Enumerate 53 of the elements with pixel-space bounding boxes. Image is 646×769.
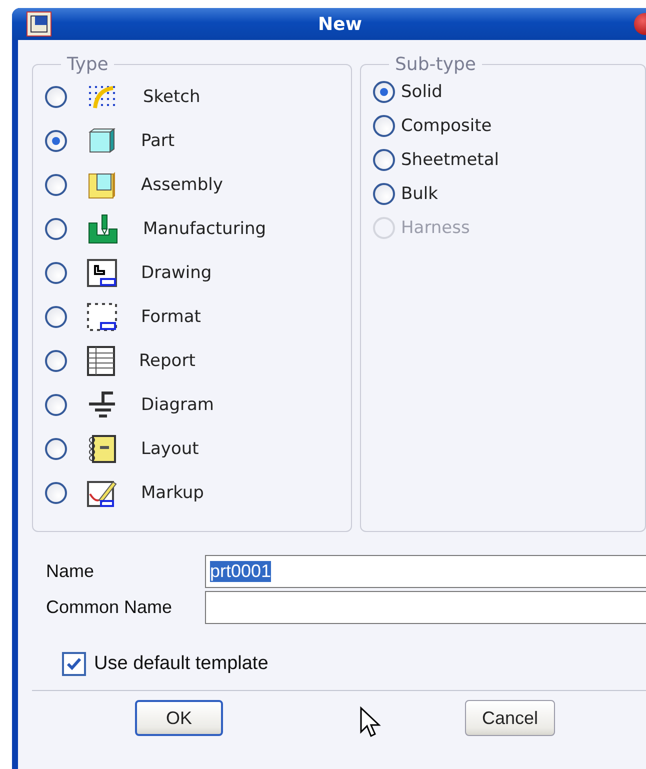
drawing-sheet-icon [87, 259, 117, 287]
radio-label: Part [141, 131, 175, 151]
radio-label: Composite [401, 116, 492, 136]
radio-button[interactable] [45, 482, 67, 504]
radio-button[interactable] [45, 86, 67, 108]
checkbox[interactable] [62, 652, 86, 676]
radio-button[interactable] [373, 81, 395, 103]
radio-label: Assembly [141, 175, 223, 195]
ok-button[interactable]: OK [135, 700, 223, 736]
radio-button[interactable] [373, 115, 395, 137]
field-label: Common Name [45, 597, 174, 618]
mouse-pointer-icon [359, 706, 383, 740]
radio-button[interactable] [45, 174, 67, 196]
check-icon [66, 657, 82, 671]
notebook-icon [87, 434, 117, 464]
radio-label: Bulk [401, 184, 438, 204]
radio-label: Report [139, 351, 196, 371]
radio-button[interactable] [45, 218, 67, 240]
radio-button[interactable] [45, 394, 67, 416]
radio-button[interactable] [45, 438, 67, 460]
radio-label: Sheetmetal [401, 150, 499, 170]
radio-label: Manufacturing [143, 219, 266, 239]
cancel-button[interactable]: Cancel [465, 700, 555, 736]
field-value: prt0001 [210, 561, 272, 582]
window-title: New [317, 14, 363, 34]
radio-button[interactable] [373, 183, 395, 205]
radio-label: Drawing [141, 263, 212, 283]
radio-button[interactable] [45, 130, 67, 152]
radio-label: Harness [401, 218, 470, 238]
text-field[interactable]: prt0001 [204, 555, 646, 588]
radio-label: Sketch [143, 87, 200, 107]
manufacturing-icon [87, 213, 119, 245]
ground-symbol-icon [87, 390, 117, 420]
table-icon [87, 346, 115, 376]
radio-label: Markup [141, 483, 204, 503]
group-legend: Type [61, 54, 114, 75]
markup-pen-icon [87, 478, 117, 508]
radio-button[interactable] [45, 306, 67, 328]
window-menu-icon[interactable] [26, 11, 52, 37]
radio-button[interactable] [45, 262, 67, 284]
radio-label: Diagram [141, 395, 214, 415]
radio-button[interactable] [373, 149, 395, 171]
group-legend: Sub-type [389, 54, 482, 75]
radio-label: Layout [141, 439, 199, 459]
radio-label: Solid [401, 82, 442, 102]
format-sheet-icon [87, 303, 117, 331]
text-field[interactable] [204, 591, 646, 624]
field-label: Name [45, 561, 96, 582]
cube-icon [87, 126, 117, 156]
assembly-icon [87, 170, 117, 200]
radio-button[interactable] [45, 350, 67, 372]
checkbox-label: Use default template [94, 653, 268, 675]
radio-label: Format [141, 307, 201, 327]
